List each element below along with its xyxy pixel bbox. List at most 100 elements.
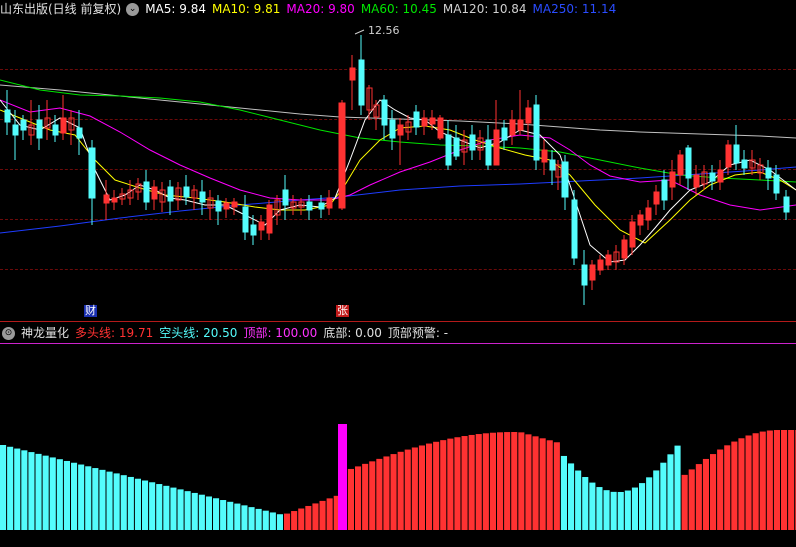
histogram-bar — [326, 498, 333, 530]
histogram-bar — [291, 511, 298, 530]
histogram-bar — [298, 508, 305, 530]
histogram-bar — [717, 449, 724, 530]
histogram-bar — [42, 455, 49, 530]
histogram-bar — [575, 470, 582, 530]
histogram-bar — [404, 449, 411, 530]
histogram-bar — [624, 490, 631, 530]
histogram-bar — [752, 433, 759, 530]
histogram-bar — [511, 432, 518, 530]
histogram-bar — [653, 470, 660, 530]
histogram-bar — [759, 431, 766, 530]
histogram-bar — [617, 491, 624, 530]
histogram-bar — [688, 469, 695, 530]
histogram-bar — [788, 430, 795, 530]
histogram-bar — [319, 500, 326, 530]
histogram-bar — [596, 487, 603, 530]
histogram-bar — [411, 447, 418, 530]
histogram-bar — [248, 507, 255, 530]
histogram-bar — [347, 468, 354, 530]
histogram-bar — [525, 434, 532, 530]
histogram-bar — [710, 454, 717, 530]
histogram-bar — [546, 440, 553, 530]
histogram-bar — [184, 491, 191, 530]
histogram-bar — [355, 466, 362, 530]
histogram-bar — [610, 491, 617, 530]
histogram-bar — [589, 482, 596, 530]
histogram-bar — [170, 487, 177, 530]
histogram-bar — [468, 434, 475, 530]
signal-bar — [338, 424, 347, 530]
histogram-bar — [156, 484, 163, 530]
histogram-bar — [660, 462, 667, 530]
histogram-bar — [418, 445, 425, 530]
histogram-bar — [134, 478, 141, 530]
histogram-bar — [489, 432, 496, 530]
histogram-bar — [447, 438, 454, 530]
histogram-bar — [681, 474, 688, 530]
histogram-bar — [674, 445, 681, 530]
histogram-bar — [49, 457, 56, 530]
histogram-bar — [213, 498, 220, 530]
histogram-bar — [241, 505, 248, 530]
histogram-bar — [639, 483, 646, 530]
histogram-bar — [646, 477, 653, 530]
histogram-bar — [568, 463, 575, 530]
histogram-bar — [198, 494, 205, 530]
histogram-bar — [440, 440, 447, 530]
histogram-bar — [71, 462, 78, 530]
histogram-bar — [504, 432, 511, 530]
histogram-bar — [390, 454, 397, 530]
histogram-bar — [163, 485, 170, 530]
histogram-bar — [106, 471, 113, 530]
histogram-bar — [269, 512, 276, 530]
histogram-bar — [397, 451, 404, 530]
histogram-bar — [475, 434, 482, 530]
histogram-bar — [631, 487, 638, 530]
histogram-bar — [582, 477, 589, 530]
histogram-bar — [262, 510, 269, 530]
histogram-bar — [120, 475, 127, 530]
histogram-bar — [142, 480, 149, 530]
histogram-bar — [532, 436, 539, 530]
histogram-bar — [560, 455, 567, 530]
histogram-bar — [731, 441, 738, 530]
histogram-bar — [766, 430, 773, 530]
histogram-bar — [738, 438, 745, 530]
histogram-bar — [667, 454, 674, 530]
histogram-bar — [28, 452, 35, 530]
indicator-histogram[interactable] — [0, 0, 796, 547]
histogram-bar — [149, 482, 156, 530]
histogram-bar — [113, 473, 120, 530]
histogram-bar — [85, 466, 92, 530]
histogram-bar — [305, 505, 312, 530]
histogram-bar — [284, 513, 291, 530]
histogram-bar — [433, 441, 440, 530]
histogram-bar — [191, 492, 198, 530]
histogram-bar — [35, 453, 42, 530]
histogram-bar — [177, 489, 184, 530]
histogram-bar — [276, 514, 283, 530]
histogram-bar — [312, 503, 319, 530]
histogram-bar — [205, 496, 212, 530]
histogram-bar — [127, 476, 134, 530]
histogram-bar — [724, 445, 731, 530]
histogram-bar — [92, 468, 99, 530]
histogram-bar — [426, 443, 433, 530]
histogram-bar — [255, 508, 262, 530]
histogram-bar — [553, 442, 560, 530]
histogram-bar — [220, 500, 227, 530]
histogram-bar — [482, 433, 489, 530]
histogram-bar — [518, 432, 525, 530]
histogram-bar — [603, 490, 610, 530]
histogram-bar — [0, 445, 7, 530]
histogram-bar — [21, 450, 28, 530]
histogram-bar — [78, 464, 85, 530]
histogram-bar — [227, 501, 234, 530]
histogram-bar — [461, 436, 468, 530]
histogram-bar — [745, 435, 752, 530]
histogram-bar — [383, 456, 390, 530]
histogram-bar — [781, 430, 788, 530]
histogram-bar — [362, 463, 369, 530]
histogram-bar — [7, 446, 14, 530]
histogram-bar — [695, 464, 702, 530]
